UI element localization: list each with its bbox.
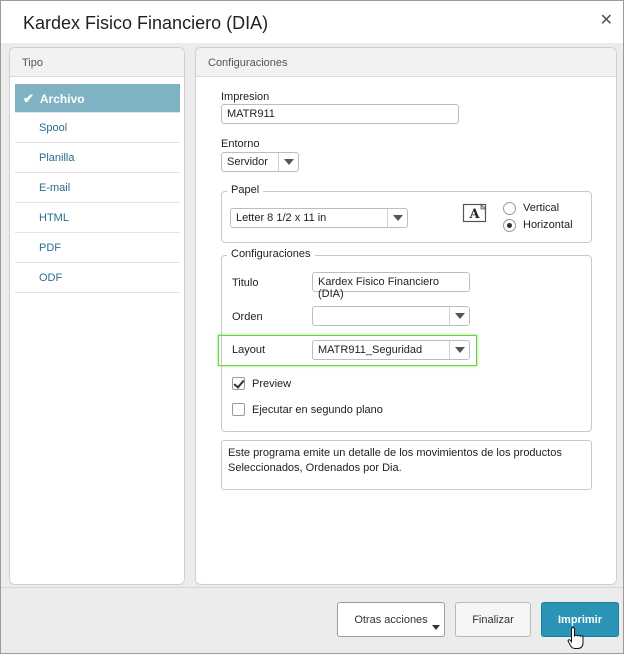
tipo-item-planilla[interactable]: Planilla xyxy=(15,143,180,173)
otras-acciones-button[interactable]: Otras acciones xyxy=(337,602,445,637)
tipo-item-label: PDF xyxy=(39,242,61,254)
dialog-footer: Otras acciones Finalizar Imprimir xyxy=(1,587,623,653)
dialog-title: Kardex Fisico Financiero (DIA) xyxy=(23,13,269,33)
horizontal-radio[interactable] xyxy=(503,219,516,232)
print-dialog: Kardex Fisico Financiero (DIA) ✕ Tipo ✔ … xyxy=(0,0,624,654)
tipo-item-odf[interactable]: ODF xyxy=(15,263,180,293)
finalizar-button[interactable]: Finalizar xyxy=(455,602,531,637)
tipo-item-label: E-mail xyxy=(39,182,71,194)
segundo-plano-checkbox[interactable] xyxy=(232,403,245,416)
entorno-select[interactable]: Servidor xyxy=(221,152,299,172)
tipo-item-label: ODF xyxy=(39,272,63,284)
tipo-item-label: Spool xyxy=(39,122,68,134)
chevron-down-icon xyxy=(278,153,298,171)
checkmark-icon: ✔ xyxy=(23,91,34,106)
impresion-input[interactable]: MATR911 xyxy=(221,104,459,124)
papel-select[interactable]: Letter 8 1/2 x 11 in xyxy=(230,208,408,228)
tipo-item-label: Archivo xyxy=(39,92,85,106)
vertical-label: Vertical xyxy=(523,202,560,214)
tipo-item-email[interactable]: E-mail xyxy=(15,173,180,203)
chevron-down-icon xyxy=(449,341,469,359)
description-box: Este programa emite un detalle de los mo… xyxy=(221,440,592,490)
preview-checkbox[interactable] xyxy=(232,377,245,390)
segundo-plano-label: Ejecutar en segundo plano xyxy=(252,404,383,416)
tipo-menu: ✔ Archivo Spool Planilla E-mail HTML PDF… xyxy=(15,84,180,293)
preview-label: Preview xyxy=(252,378,292,390)
tipo-item-html[interactable]: HTML xyxy=(15,203,180,233)
chevron-down-icon xyxy=(449,307,469,325)
layout-select[interactable]: MATR911_Seguridad xyxy=(312,340,470,360)
layout-label: Layout xyxy=(232,344,266,356)
tipo-panel: Tipo ✔ Archivo Spool Planilla E-mail HTM… xyxy=(9,47,185,585)
layout-value: MATR911_Seguridad xyxy=(318,344,423,356)
configuraciones-header: Configuraciones xyxy=(196,48,616,77)
impresion-label: Impresion xyxy=(221,91,270,103)
title-bar: Kardex Fisico Financiero (DIA) ✕ xyxy=(1,1,623,43)
chevron-down-icon xyxy=(432,625,440,630)
svg-text:A: A xyxy=(468,207,480,222)
vertical-radio[interactable] xyxy=(503,202,516,215)
papel-fieldset: Papel Letter 8 1/2 x 11 in A Vertical Ho… xyxy=(221,184,592,243)
configuraciones-panel: Configuraciones Impresion MATR911 Entorn… xyxy=(195,47,617,585)
titulo-label: Titulo xyxy=(232,277,259,289)
papel-legend: Papel xyxy=(227,184,264,196)
dialog-body: Tipo ✔ Archivo Spool Planilla E-mail HTM… xyxy=(1,43,623,587)
chevron-down-icon xyxy=(387,209,407,227)
finalizar-label: Finalizar xyxy=(472,614,514,626)
tipo-item-archivo[interactable]: ✔ Archivo xyxy=(15,84,180,113)
entorno-label: Entorno xyxy=(221,138,260,150)
tipo-item-spool[interactable]: Spool xyxy=(15,113,180,143)
close-icon[interactable]: ✕ xyxy=(600,13,613,29)
otras-acciones-label: Otras acciones xyxy=(354,614,428,626)
imprimir-label: Imprimir xyxy=(557,614,602,626)
hand-cursor-icon xyxy=(567,626,585,650)
orden-select[interactable] xyxy=(312,306,470,326)
sub-configuraciones-legend: Configuraciones xyxy=(227,248,315,260)
sub-configuraciones-fieldset: Configuraciones Titulo Kardex Fisico Fin… xyxy=(218,248,592,432)
papel-value: Letter 8 1/2 x 11 in xyxy=(236,212,327,224)
horizontal-label: Horizontal xyxy=(523,219,573,231)
tipo-header: Tipo xyxy=(10,48,184,77)
entorno-value: Servidor xyxy=(227,156,268,168)
tipo-item-label: Planilla xyxy=(39,152,75,164)
tipo-item-pdf[interactable]: PDF xyxy=(15,233,180,263)
page-orientation-icon: A xyxy=(462,203,487,223)
orden-label: Orden xyxy=(232,311,263,323)
titulo-input[interactable]: Kardex Fisico Financiero (DIA) xyxy=(312,272,470,300)
tipo-item-label: HTML xyxy=(39,212,69,224)
